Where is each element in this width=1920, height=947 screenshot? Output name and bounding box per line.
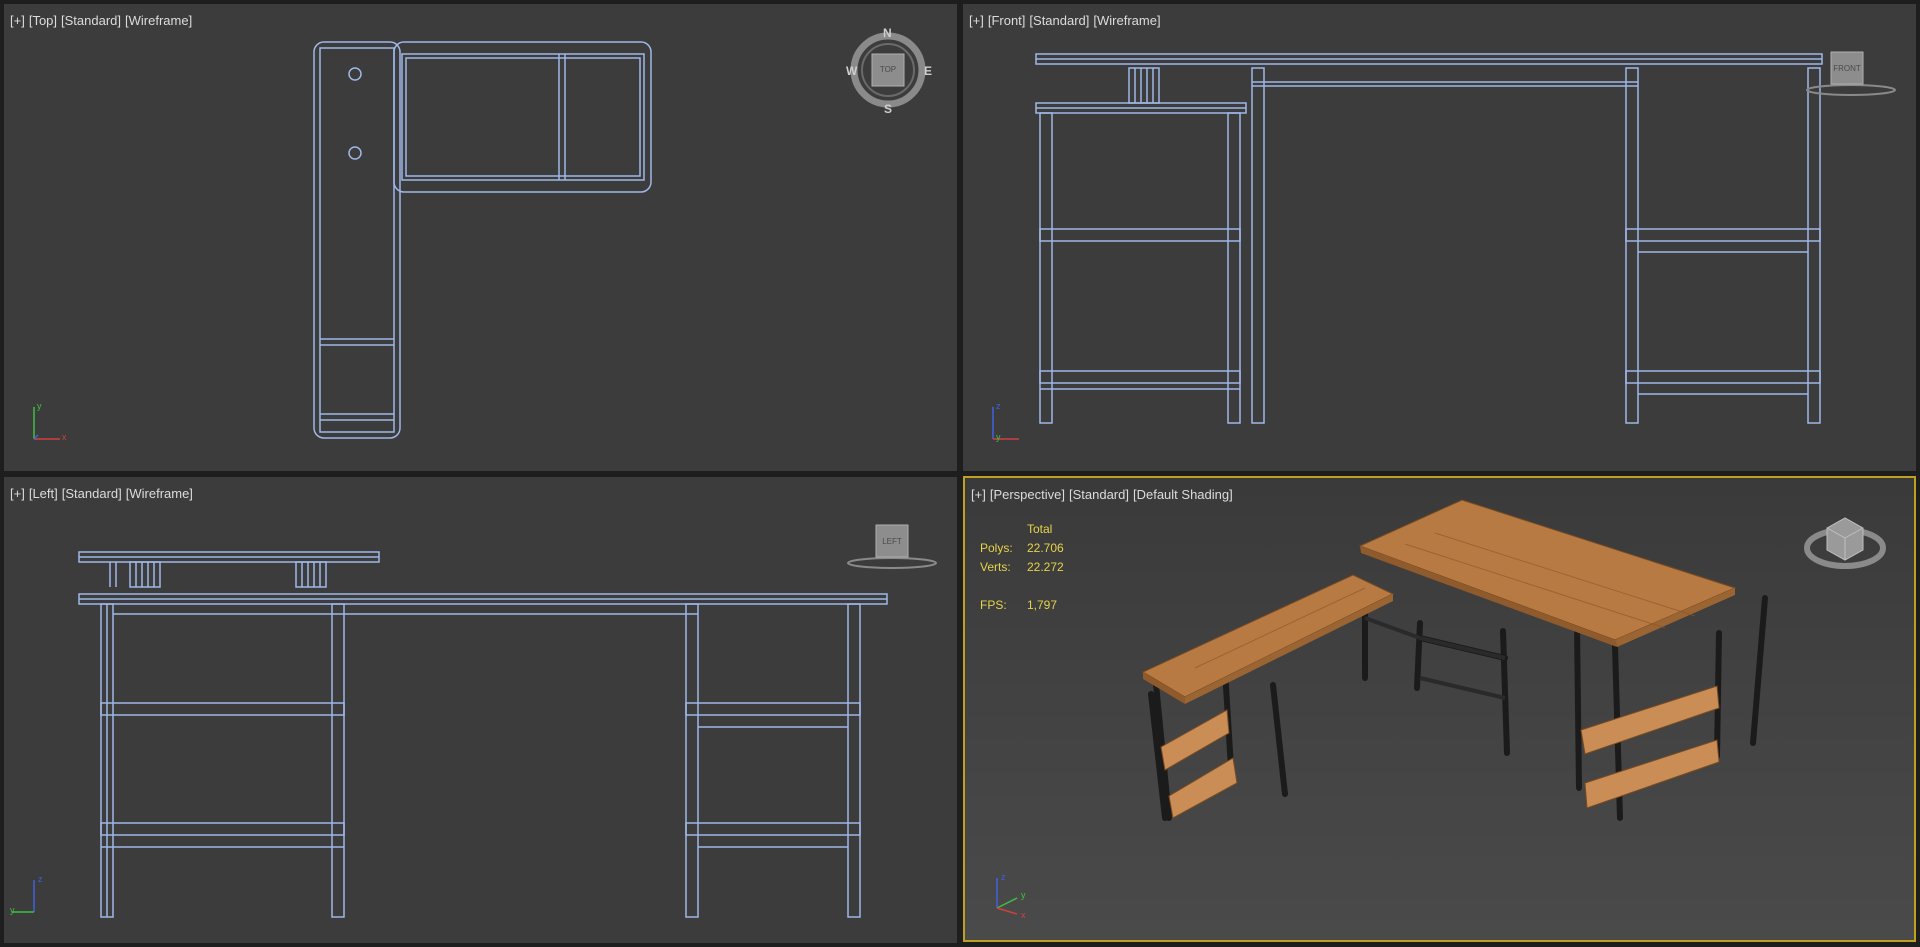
axis-z-label: z <box>1001 872 1006 882</box>
axis-y-label: y <box>1021 890 1026 900</box>
compass-north-label: N <box>883 26 892 40</box>
view-cube-perspective[interactable] <box>965 478 1914 940</box>
axis-tripod-icon <box>33 407 60 440</box>
axis-tripod-icon <box>996 878 1018 915</box>
compass-east-label: E <box>924 64 933 78</box>
axis-y-label: y <box>37 401 42 411</box>
axis-x-label: x <box>62 432 67 442</box>
view-cube-front[interactable]: FRONT <box>1831 64 1863 73</box>
view-cube-left[interactable]: LEFT <box>876 537 908 546</box>
axis-y-label: y <box>996 432 1001 442</box>
axis-x-label: x <box>1021 910 1026 920</box>
viewport-top[interactable]: [+] [Top] [Standard] [Wireframe] TOP N S W … <box>4 4 957 471</box>
compass-west-label: W <box>846 64 858 78</box>
axis-z-label: z <box>38 874 43 884</box>
compass-south-label: S <box>884 102 893 116</box>
axis-z-label: z <box>996 401 1001 411</box>
view-cube-front-shape[interactable] <box>963 4 1916 471</box>
viewport-perspective[interactable]: [+] [Perspective] [Standard] [Default Shadi… <box>963 476 1916 942</box>
viewport-left[interactable]: [+] [Left] [Standard] [Wireframe] LEFT z… <box>4 477 957 943</box>
viewport-front[interactable]: [+] [Front] [Standard] [Wireframe] FRONT… <box>963 4 1916 471</box>
view-cube-left-shape[interactable] <box>4 477 957 943</box>
compass-rose[interactable] <box>4 4 957 471</box>
view-cube-top[interactable]: TOP <box>872 65 904 74</box>
axis-y-label: y <box>10 905 15 915</box>
axis-tripod-icon <box>992 407 1019 440</box>
